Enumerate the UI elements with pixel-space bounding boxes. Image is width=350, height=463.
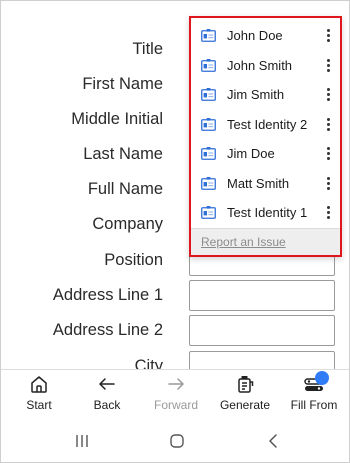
field-label: Middle Initial <box>71 110 163 128</box>
identity-name: Jim Smith <box>227 87 285 102</box>
field-label: City <box>134 357 163 369</box>
id-card-icon <box>201 88 216 101</box>
generate-button[interactable]: Generate <box>210 370 280 419</box>
bottom-toolbar: Start Back Forward Generate Fill From <box>1 369 349 419</box>
more-options-icon[interactable] <box>324 117 332 133</box>
field-label: Company <box>92 215 163 233</box>
more-options-icon[interactable] <box>324 28 332 44</box>
generate-icon <box>238 376 254 393</box>
notification-badge <box>315 371 329 385</box>
identity-name: John Smith <box>227 57 293 73</box>
identity-picker-popup: John Doe John Smith Jim Smith Test Ident… <box>189 16 342 257</box>
form-row-city: City <box>1 349 349 369</box>
more-options-icon[interactable] <box>324 146 332 162</box>
id-card-icon <box>201 147 216 160</box>
system-nav-bar <box>1 418 349 462</box>
identity-name: John Doe <box>227 28 283 43</box>
report-issue-link[interactable]: Report an Issue <box>201 229 286 256</box>
address-line-1-input[interactable] <box>189 280 335 311</box>
recent-apps-icon[interactable] <box>72 431 92 451</box>
city-input[interactable] <box>189 351 335 369</box>
toolbar-label: Start <box>26 398 52 412</box>
app-screen: Title First Name Middle Initial Last Nam… <box>0 0 350 463</box>
toolbar-label: Fill From <box>290 398 338 412</box>
more-options-icon[interactable] <box>324 87 332 103</box>
identity-item[interactable]: Test Identity 2 <box>191 110 340 140</box>
id-card-icon <box>201 117 216 131</box>
identity-item[interactable]: Jim Smith <box>191 80 340 110</box>
identity-item[interactable]: Jim Doe <box>191 139 340 169</box>
back-button[interactable]: Back <box>72 370 142 419</box>
field-label: Title <box>132 40 163 58</box>
forward-button[interactable]: Forward <box>141 370 211 419</box>
id-card-icon <box>201 29 216 42</box>
arrow-left-icon <box>99 378 115 390</box>
identity-name: Test Identity 2 <box>227 116 308 132</box>
identity-name: Jim Doe <box>227 146 275 161</box>
fill-from-button[interactable]: Fill From <box>279 370 349 419</box>
arrow-right-icon <box>168 378 184 390</box>
field-label: Address Line 2 <box>52 321 163 339</box>
more-options-icon[interactable] <box>324 176 332 192</box>
home-icon <box>31 376 47 393</box>
identity-item[interactable]: Matt Smith <box>191 169 340 199</box>
identity-item[interactable]: John Smith <box>191 51 340 81</box>
field-label: First Name <box>82 75 163 93</box>
id-card-icon <box>201 206 216 219</box>
identity-item[interactable]: Test Identity 1 <box>191 198 340 228</box>
more-options-icon[interactable] <box>324 205 332 221</box>
identity-name: Test Identity 1 <box>227 205 308 220</box>
field-label: Last Name <box>83 145 163 163</box>
more-options-icon[interactable] <box>324 58 332 74</box>
start-button[interactable]: Start <box>4 370 74 419</box>
back-chevron-icon[interactable] <box>263 431 283 451</box>
form-row-address-line-1: Address Line 1 <box>1 278 349 313</box>
toolbar-label: Back <box>93 398 121 412</box>
identity-name: Matt Smith <box>227 175 290 191</box>
id-card-icon <box>201 58 216 72</box>
address-line-2-input[interactable] <box>189 315 335 346</box>
field-label: Full Name <box>87 180 163 198</box>
id-card-icon <box>201 176 216 190</box>
report-issue-footer: Report an Issue <box>191 228 340 255</box>
field-label: Address Line 1 <box>52 286 163 304</box>
toolbar-label: Generate <box>219 398 271 412</box>
toolbar-label: Forward <box>153 398 198 412</box>
form-row-address-line-2: Address Line 2 <box>1 313 349 348</box>
field-label: Position <box>104 251 163 269</box>
identity-item[interactable]: John Doe <box>191 21 340 51</box>
home-circle-icon[interactable] <box>167 431 187 451</box>
